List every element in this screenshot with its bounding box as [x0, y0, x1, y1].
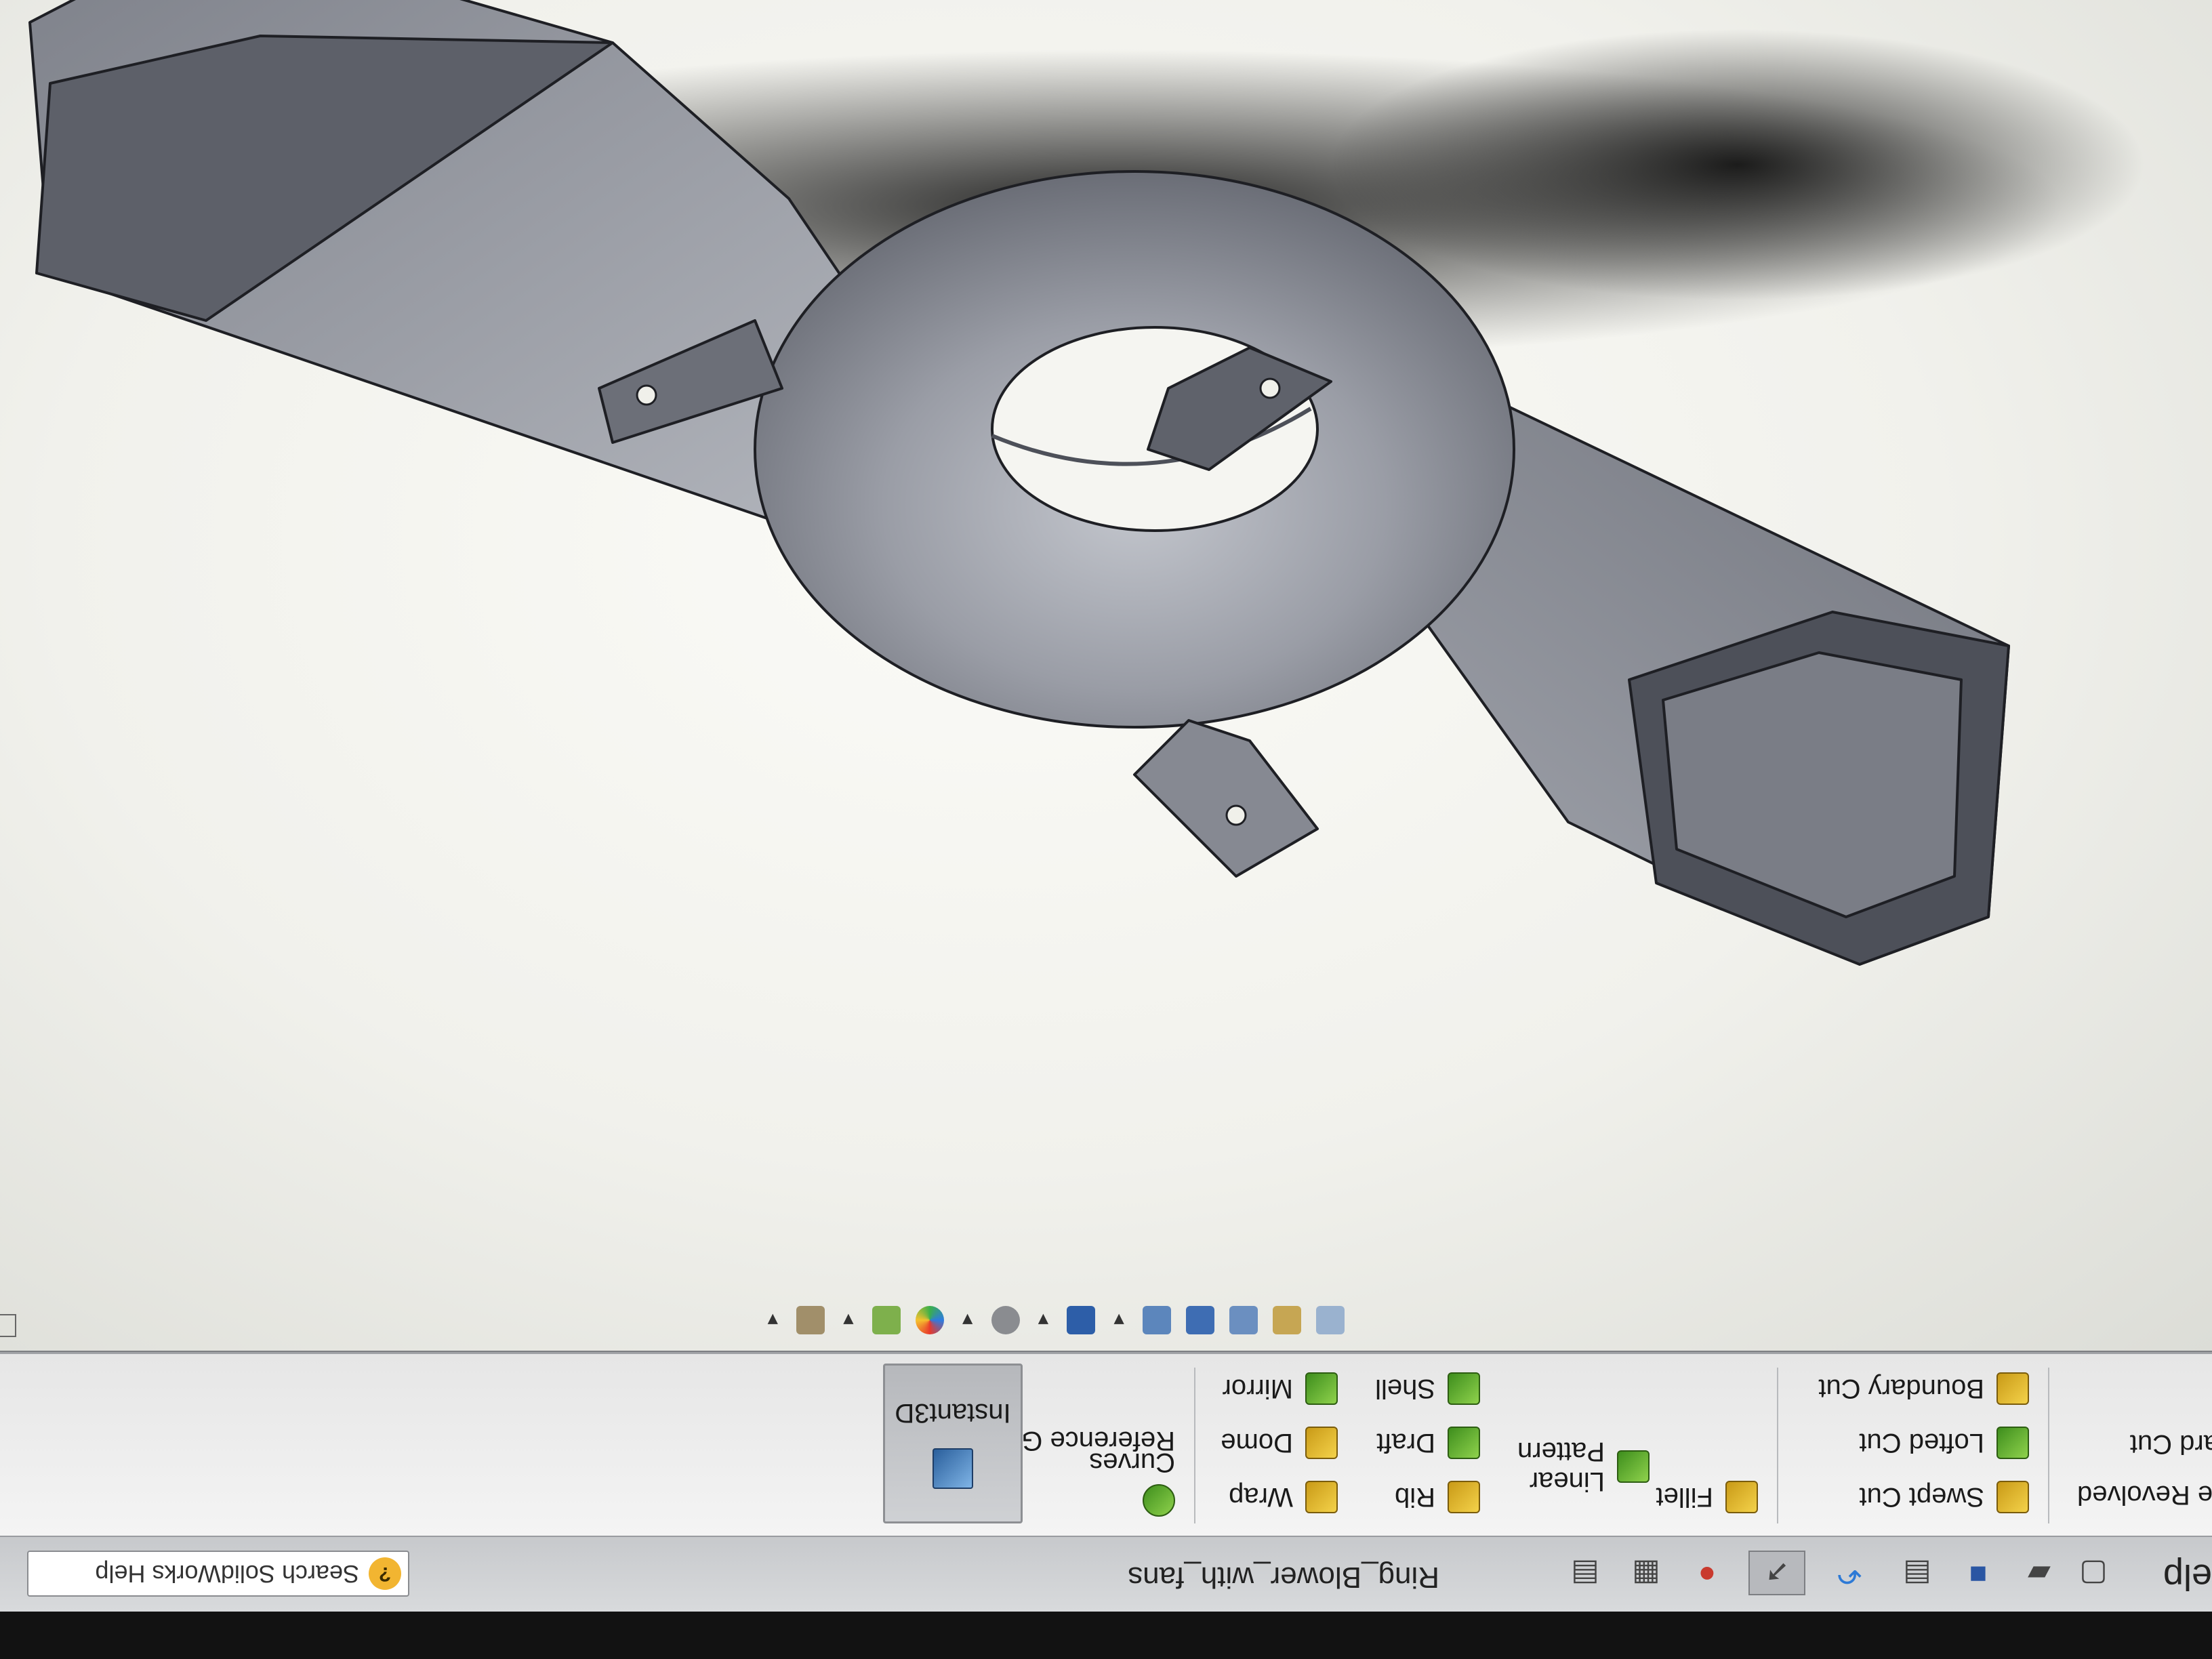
view-settings-icon[interactable]: [796, 1306, 825, 1334]
shell-button[interactable]: Shell: [1375, 1372, 1480, 1405]
mirror-button[interactable]: Mirror: [1223, 1372, 1338, 1405]
swept-cut-icon: [1996, 1481, 2029, 1513]
lofted-cut-button[interactable]: Lofted Cut: [1859, 1427, 2029, 1459]
dropdown-arrow-icon[interactable]: ▼: [1035, 1310, 1052, 1331]
cm-label: ard Cut: [2129, 1429, 2212, 1459]
draft-button[interactable]: Draft: [1376, 1427, 1480, 1459]
fillet-button[interactable]: Fillet: [1656, 1481, 1758, 1513]
boundary-cut-partial[interactable]: ard Cut: [2130, 1429, 2212, 1459]
solidworks-window: ▼ ▼ ▼ ▼ ▼ le Revolved ard Cut Swept Cut …: [0, 0, 2212, 1659]
curves-icon: [1143, 1484, 1175, 1517]
linear-pattern-icon: [1617, 1450, 1650, 1483]
cm-label: Fillet: [1656, 1482, 1713, 1513]
mirror-icon: [1305, 1372, 1338, 1405]
command-manager: le Revolved ard Cut Swept Cut Lofted Cut…: [0, 1352, 2212, 1537]
hole-wizard-partial[interactable]: le Revolved: [2077, 1479, 2212, 1510]
draft-icon: [1448, 1427, 1480, 1459]
wrap-icon: [1305, 1481, 1338, 1513]
scene-icon[interactable]: [872, 1306, 901, 1334]
wrap-button[interactable]: Wrap: [1229, 1481, 1338, 1513]
help-icon: ?: [369, 1557, 401, 1590]
swept-cut-button[interactable]: Swept Cut: [1859, 1481, 2029, 1513]
zoom-area-icon[interactable]: [1273, 1306, 1301, 1334]
cm-label: Lofted Cut: [1859, 1428, 1984, 1458]
cm-label: Shell: [1375, 1374, 1435, 1404]
hide-show-items-icon[interactable]: [991, 1306, 1020, 1334]
cm-label: Boundary Cut: [1818, 1374, 1984, 1404]
separator: [2048, 1368, 2049, 1523]
separator: [1777, 1368, 1778, 1523]
cm-label: le Revolved: [2076, 1480, 2212, 1510]
mount-tab-1: [1133, 719, 1319, 878]
dropdown-arrow-icon[interactable]: ▼: [840, 1310, 857, 1331]
instant3d-icon: [933, 1448, 973, 1490]
menu-help[interactable]: elp: [2163, 1556, 2212, 1598]
heads-up-view-toolbar: ▼ ▼ ▼ ▼ ▼: [764, 1300, 1345, 1340]
cm-label: Mirror: [1222, 1374, 1293, 1404]
appearance-icon[interactable]: [915, 1306, 944, 1334]
dropdown-arrow-icon[interactable]: ▼: [1110, 1310, 1128, 1331]
cm-label: Draft: [1376, 1428, 1435, 1458]
cm-label: Instant3D: [895, 1398, 1011, 1429]
save-icon[interactable]: ■: [1961, 1553, 1995, 1595]
boundary-cut-button[interactable]: Boundary Cut: [1818, 1372, 2029, 1405]
display-style-icon[interactable]: [1067, 1306, 1096, 1334]
graphics-area[interactable]: [0, 0, 2212, 1351]
separator: [1194, 1368, 1195, 1523]
dropdown-arrow-icon[interactable]: ▼: [959, 1310, 977, 1331]
title-bar: elp ▢ ▰ ■ ▤ ↶ ➚ ● ▦ ▤ Ring_Blower_with_f…: [0, 1536, 2212, 1612]
rib-button[interactable]: Rib: [1395, 1481, 1480, 1513]
boundary-cut-icon: [1996, 1372, 2029, 1405]
dome-icon: [1305, 1427, 1338, 1459]
rib-icon: [1448, 1481, 1480, 1513]
ring-blower-model[interactable]: [0, 0, 2212, 1351]
undo-icon[interactable]: ↶: [1832, 1553, 1866, 1595]
file-properties-icon[interactable]: ▦: [1629, 1553, 1663, 1595]
previous-view-icon[interactable]: [1229, 1306, 1258, 1334]
lofted-cut-icon: [1996, 1427, 2029, 1459]
new-document-icon[interactable]: ▢: [2076, 1553, 2110, 1595]
cm-label: Linear Pattern: [1517, 1437, 1605, 1496]
curves-button[interactable]: Curves: [1089, 1447, 1175, 1517]
zoom-to-fit-icon[interactable]: [1316, 1306, 1345, 1334]
section-view-icon[interactable]: [1186, 1306, 1214, 1334]
open-icon[interactable]: ▰: [2022, 1553, 2056, 1595]
cm-label: Dome: [1221, 1428, 1293, 1458]
search-placeholder: Search SolidWorks Help: [95, 1560, 360, 1588]
dropdown-arrow-icon[interactable]: ▼: [764, 1310, 781, 1331]
fillet-icon: [1725, 1481, 1758, 1513]
document-title: Ring_Blower_with_fans: [1128, 1561, 1439, 1594]
print-icon[interactable]: ▤: [1900, 1553, 1934, 1595]
options-icon[interactable]: ▤: [1568, 1553, 1602, 1595]
shell-icon: [1448, 1372, 1480, 1405]
instant3d-button[interactable]: Instant3D: [883, 1364, 1023, 1523]
select-icon[interactable]: ➚: [1748, 1551, 1805, 1595]
cm-label: Rib: [1394, 1482, 1435, 1513]
search-help-field[interactable]: ? Search SolidWorks Help: [27, 1551, 409, 1597]
cm-label: Wrap: [1229, 1482, 1293, 1513]
view-orientation-icon[interactable]: [1143, 1306, 1171, 1334]
viewport-split-icon[interactable]: [0, 1314, 16, 1337]
rebuild-icon[interactable]: ●: [1690, 1553, 1724, 1595]
dome-button[interactable]: Dome: [1221, 1427, 1338, 1459]
linear-pattern-button[interactable]: Linear Pattern: [1487, 1437, 1650, 1496]
cm-label: Swept Cut: [1859, 1482, 1984, 1513]
